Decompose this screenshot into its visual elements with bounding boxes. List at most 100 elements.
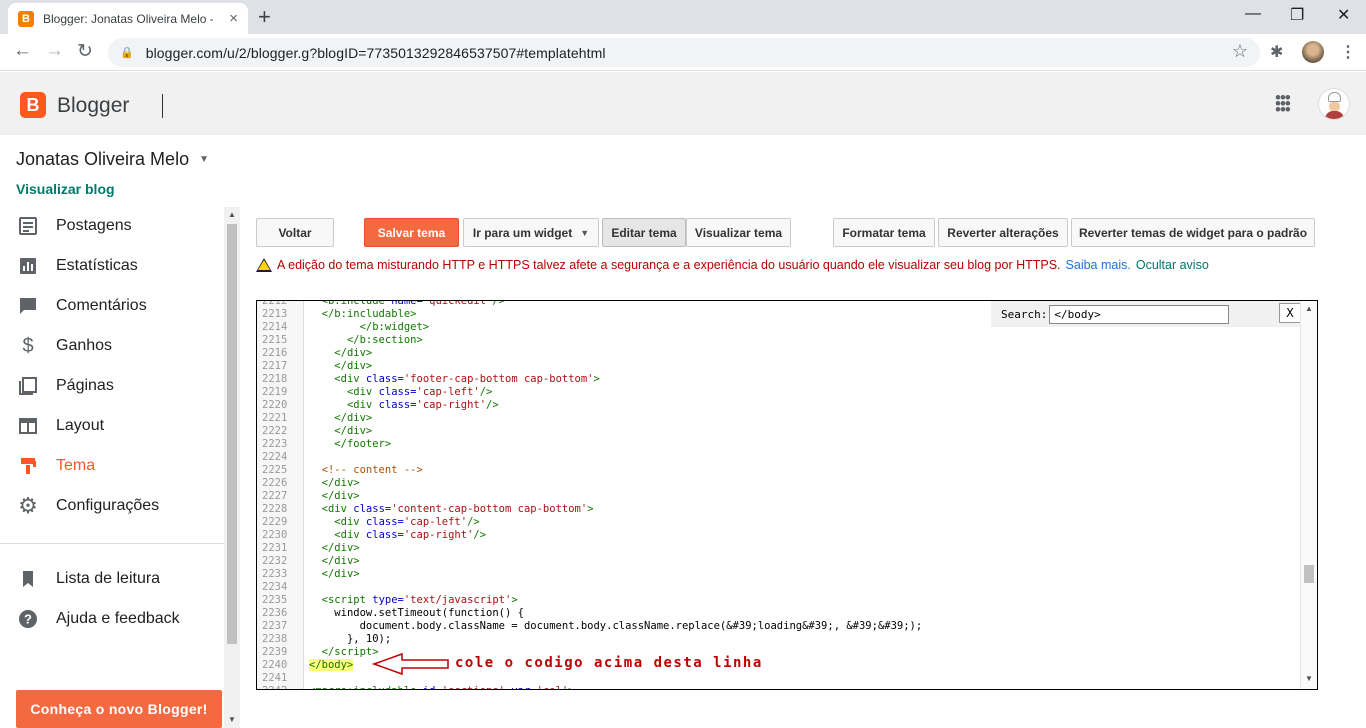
scroll-down-arrow-icon[interactable]: ▼ xyxy=(228,715,236,724)
sidebar-scrollbar[interactable]: ▲ ▼ xyxy=(224,207,240,728)
code-text: <div class='content-cap-bottom cap-botto… xyxy=(321,503,594,515)
browser-menu-icon[interactable]: ⋮ xyxy=(1340,42,1356,62)
back-arrow-icon[interactable]: ← xyxy=(13,40,32,62)
code-line[interactable]: 2226 </div> xyxy=(257,477,1301,490)
sidebar-item-label: Comentários xyxy=(56,297,147,314)
revert-changes-button[interactable]: Reverter alterações xyxy=(938,218,1068,247)
back-button[interactable]: Voltar xyxy=(256,218,334,247)
learn-more-link[interactable]: Saiba mais. xyxy=(1066,258,1131,272)
editor-scroll-thumb[interactable] xyxy=(1304,565,1314,583)
line-number: 2221 xyxy=(262,412,288,424)
blogger-logo-icon[interactable]: B xyxy=(20,92,46,118)
address-bar[interactable]: 🔒 blogger.com/u/2/blogger.g?blogID=77350… xyxy=(108,38,1260,67)
line-number: 2241 xyxy=(262,672,288,684)
jump-to-widget-dropdown[interactable]: Ir para um widget ▼ xyxy=(463,218,599,247)
browser-tab[interactable]: B Blogger: Jonatas Oliveira Melo - × xyxy=(8,3,248,34)
new-tab-button[interactable]: + xyxy=(258,4,271,30)
code-line[interactable]: 2233 </div> xyxy=(257,568,1301,581)
sidebar-item-comments[interactable]: Comentários xyxy=(0,286,224,326)
blog-selector[interactable]: Jonatas Oliveira Melo ▼ xyxy=(16,149,209,170)
google-apps-icon[interactable]: ••• ••• ••• xyxy=(1275,89,1295,118)
code-line[interactable]: 2217 </div> xyxy=(257,360,1301,373)
line-number: 2236 xyxy=(262,607,288,619)
code-line[interactable]: 2220 <div class='cap-right'/> xyxy=(257,399,1301,412)
window-maximize-button[interactable]: ❐ xyxy=(1290,5,1304,25)
code-line[interactable]: 2237 document.body.className = document.… xyxy=(257,620,1301,633)
editor-scrollbar[interactable]: ▲ ▼ xyxy=(1300,301,1317,689)
scroll-up-arrow-icon[interactable]: ▲ xyxy=(1305,304,1313,313)
code-editor[interactable]: 2212 <b:include name='quickedit'/> 2213 <… xyxy=(256,300,1318,690)
code-text: <div class='cap-right'/> xyxy=(346,399,499,411)
scroll-down-arrow-icon[interactable]: ▼ xyxy=(1305,674,1313,683)
window-close-button[interactable]: ✕ xyxy=(1337,5,1350,25)
code-line[interactable]: 2222 </div> xyxy=(257,425,1301,438)
code-line[interactable]: 2234 xyxy=(257,581,1301,594)
sidebar-item-theme[interactable]: Tema xyxy=(0,446,224,486)
app-name[interactable]: Blogger xyxy=(57,94,129,118)
tab-title: Blogger: Jonatas Oliveira Melo - xyxy=(43,11,213,26)
code-line[interactable]: 2229 <div class='cap-left'/> xyxy=(257,516,1301,529)
code-text: </footer> xyxy=(334,438,392,450)
preview-theme-button[interactable]: Visualizar tema xyxy=(686,218,791,247)
code-line[interactable]: 2223 </footer> xyxy=(257,438,1301,451)
hide-warning-link[interactable]: Ocultar aviso xyxy=(1136,258,1209,272)
code-line[interactable]: 2227 </div> xyxy=(257,490,1301,503)
format-theme-button[interactable]: Formatar tema xyxy=(833,218,935,247)
sidebar-item-help[interactable]: ? Ajuda e feedback xyxy=(0,599,224,639)
edit-theme-button[interactable]: Editar tema xyxy=(602,218,686,247)
sidebar-scroll-thumb[interactable] xyxy=(227,224,237,644)
sidebar-item-label: Lista de leitura xyxy=(56,570,161,587)
code-line[interactable]: 2219 <div class='cap-left'/> xyxy=(257,386,1301,399)
code-line[interactable]: 2238 }, 10); xyxy=(257,633,1301,646)
pages-icon xyxy=(17,375,39,397)
code-text: document.body.className = document.body.… xyxy=(359,620,923,632)
code-line[interactable]: 2225 <!-- content --> xyxy=(257,464,1301,477)
sidebar-item-earnings[interactable]: $ Ganhos xyxy=(0,326,224,366)
blogger-header: B Blogger ••• ••• ••• xyxy=(0,72,1366,135)
window-minimize-button[interactable]: — xyxy=(1245,5,1261,23)
line-number: 2219 xyxy=(262,386,288,398)
bookmark-star-icon[interactable]: ☆ xyxy=(1232,41,1248,62)
avatar-body xyxy=(1325,111,1344,119)
code-line[interactable]: 2242 <macro:includable id='sections' var=… xyxy=(257,685,1301,689)
code-text: <div class='footer-cap-bottom cap-bottom… xyxy=(334,373,600,385)
sidebar-item-reading-list[interactable]: Lista de leitura xyxy=(0,559,224,599)
code-line[interactable]: 2224 xyxy=(257,451,1301,464)
code-line[interactable]: 2230 <div class='cap-right'/> xyxy=(257,529,1301,542)
code-text: <div class='cap-left'/> xyxy=(346,386,493,398)
code-line[interactable]: 2231 </div> xyxy=(257,542,1301,555)
code-line[interactable]: 2218 <div class='footer-cap-bottom cap-b… xyxy=(257,373,1301,386)
scroll-up-arrow-icon[interactable]: ▲ xyxy=(228,210,236,219)
sidebar-item-layout[interactable]: Layout xyxy=(0,406,224,446)
code-line[interactable]: 2235 <script type='text/javascript'> xyxy=(257,594,1301,607)
editor-search-bar: Search: </body> xyxy=(991,301,1301,327)
tab-close-icon[interactable]: × xyxy=(229,10,238,27)
layout-icon xyxy=(17,415,39,437)
search-input[interactable]: </body> xyxy=(1049,304,1230,324)
code-line[interactable]: 2215 </b:section> xyxy=(257,334,1301,347)
sidebar-item-posts[interactable]: Postagens xyxy=(0,206,224,246)
save-theme-button[interactable]: Salvar tema xyxy=(364,218,459,247)
sidebar-item-stats[interactable]: Estatísticas xyxy=(0,246,224,286)
reload-icon[interactable]: ↻ xyxy=(77,40,93,63)
code-line[interactable]: 2228 <div class='content-cap-bottom cap-… xyxy=(257,503,1301,516)
code-line[interactable]: 2232 </div> xyxy=(257,555,1301,568)
view-blog-link[interactable]: Visualizar blog xyxy=(16,181,115,197)
code-content[interactable]: 2212 <b:include name='quickedit'/> 2213 <… xyxy=(257,301,1301,689)
code-line[interactable]: 2221 </div> xyxy=(257,412,1301,425)
revert-widget-templates-button[interactable]: Reverter temas de widget para o padrão xyxy=(1071,218,1315,247)
search-close-button[interactable]: X xyxy=(1279,303,1301,323)
warning-text: A edição do tema misturando HTTP e HTTPS… xyxy=(277,258,1061,272)
forward-arrow-icon[interactable]: → xyxy=(45,40,64,62)
code-line[interactable]: 2216 </div> xyxy=(257,347,1301,360)
stats-icon xyxy=(17,255,39,277)
browser-profile-avatar[interactable] xyxy=(1302,41,1324,63)
extensions-puzzle-icon[interactable]: ✱ xyxy=(1270,42,1283,62)
sidebar-item-settings[interactable]: ⚙ Configurações xyxy=(0,486,224,526)
sidebar-item-pages[interactable]: Páginas xyxy=(0,366,224,406)
line-number: 2218 xyxy=(262,373,288,385)
try-new-blogger-button[interactable]: Conheça o novo Blogger! xyxy=(16,690,222,728)
code-text: </div> xyxy=(321,555,360,567)
account-avatar[interactable] xyxy=(1318,88,1350,120)
code-line[interactable]: 2236 window.setTimeout(function() { xyxy=(257,607,1301,620)
